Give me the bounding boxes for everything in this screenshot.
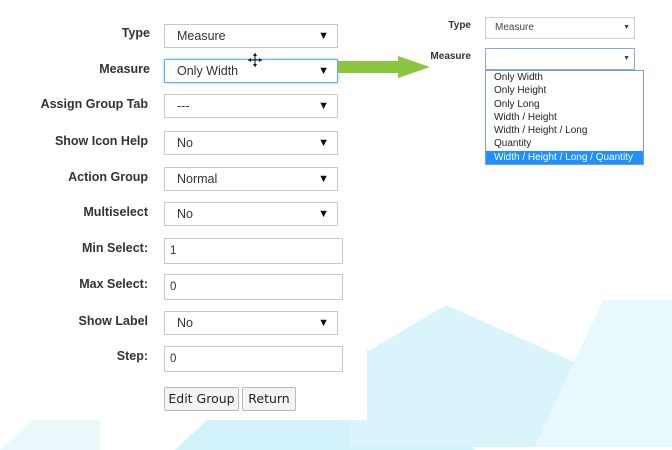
max-select-label: Max Select: <box>79 277 148 291</box>
chevron-down-icon: ▼ <box>318 173 329 185</box>
mini-type-value: Measure <box>495 22 534 33</box>
type-select-value: Measure <box>177 29 226 43</box>
min-select-input[interactable]: 1 <box>164 238 343 264</box>
step-label: Step: <box>116 349 148 363</box>
assign-group-tab-value: --- <box>177 99 190 113</box>
show-icon-help-label: Show Icon Help <box>54 134 148 148</box>
mini-type-label: Type <box>448 20 471 31</box>
show-label-value: No <box>177 316 193 330</box>
show-label-label: Show Label <box>78 314 148 328</box>
chevron-down-icon: ▼ <box>318 100 329 112</box>
chevron-down-icon: ▼ <box>623 55 630 62</box>
chevron-down-icon: ▼ <box>318 65 329 77</box>
chevron-down-icon: ▼ <box>318 208 329 220</box>
show-icon-help-value: No <box>177 136 193 150</box>
assign-group-tab-label: Assign Group Tab <box>40 97 148 111</box>
measure-label: Measure <box>99 62 150 76</box>
action-group-label: Action Group <box>68 170 148 184</box>
type-select[interactable]: Measure ▼ <box>164 24 338 48</box>
measure-select-value: Only Width <box>177 64 239 78</box>
dropdown-option-highlighted[interactable]: Width / Height / Long / Quantity <box>486 150 643 165</box>
action-group-value: Normal <box>177 172 218 186</box>
mini-type-select[interactable]: Measure ▼ <box>485 17 635 39</box>
show-label-select[interactable]: No ▼ <box>164 311 338 335</box>
dropdown-option[interactable]: Only Long <box>486 98 643 111</box>
multiselect-select[interactable]: No ▼ <box>164 202 338 226</box>
dropdown-option[interactable]: Width / Height <box>486 111 643 124</box>
chevron-down-icon: ▼ <box>318 30 329 42</box>
move-cursor-icon <box>248 53 262 67</box>
dropdown-option[interactable]: Quantity <box>486 137 643 150</box>
max-select-input[interactable]: 0 <box>164 274 343 300</box>
edit-group-button[interactable]: Edit Group <box>164 387 239 411</box>
dropdown-option[interactable]: Only Height <box>486 84 643 97</box>
chevron-down-icon: ▼ <box>623 24 630 31</box>
show-icon-help-select[interactable]: No ▼ <box>164 131 338 155</box>
arrow-right-icon <box>338 56 430 78</box>
multiselect-label: Multiselect <box>83 205 148 219</box>
multiselect-value: No <box>177 207 193 221</box>
dropdown-option[interactable]: Only Width <box>486 71 643 84</box>
action-group-select[interactable]: Normal ▼ <box>164 167 338 191</box>
mini-measure-select[interactable]: ▼ <box>485 48 635 70</box>
chevron-down-icon: ▼ <box>318 137 329 149</box>
assign-group-tab-select[interactable]: --- ▼ <box>164 94 338 118</box>
measure-dropdown-list: Only Width Only Height Only Long Width /… <box>485 70 644 166</box>
mini-measure-label: Measure <box>430 51 471 62</box>
type-label: Type <box>121 26 150 40</box>
dropdown-option[interactable]: Width / Height / Long <box>486 124 643 137</box>
chevron-down-icon: ▼ <box>318 317 329 329</box>
step-input[interactable]: 0 <box>164 346 343 372</box>
return-button[interactable]: Return <box>242 387 296 411</box>
min-select-label: Min Select: <box>82 241 148 255</box>
